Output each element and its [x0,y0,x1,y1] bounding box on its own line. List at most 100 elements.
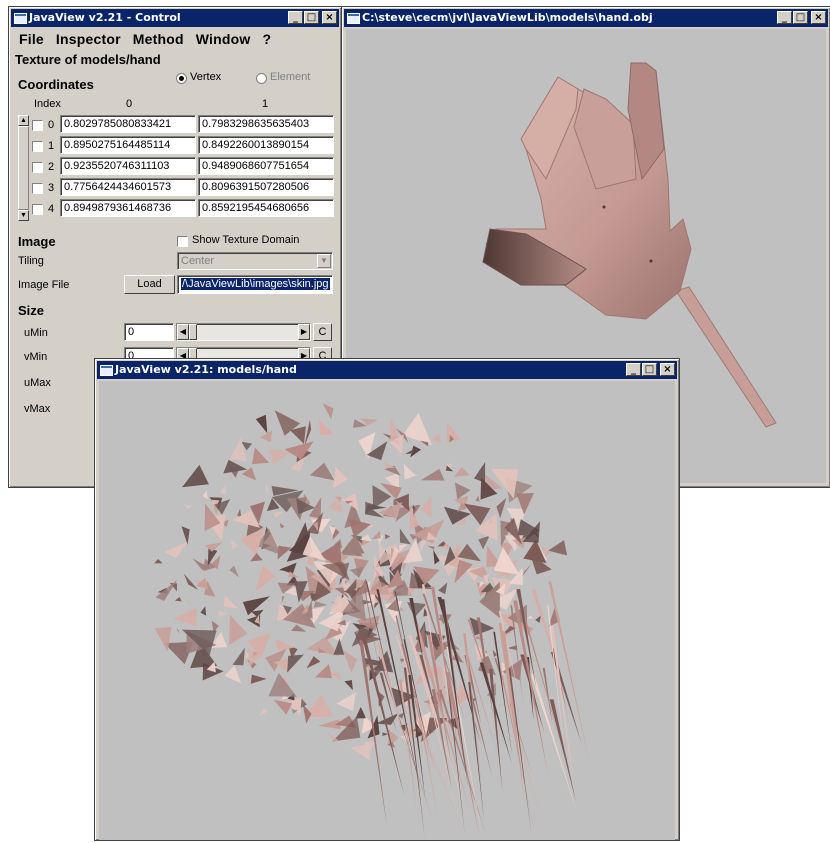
mesh-shard [382,461,395,468]
row-index: 0 [48,119,55,131]
vmax-label: vMax [24,403,51,415]
close-icon[interactable]: × [660,363,675,376]
slider-left-icon[interactable]: ◀ [177,324,189,340]
minimize-icon[interactable]: _ [288,11,303,24]
mesh-shard [223,595,239,609]
show-texture-domain-checkbox[interactable] [177,236,188,247]
scroll-down-icon[interactable]: ▼ [18,210,29,221]
row-checkbox[interactable] [32,120,43,131]
menu-window[interactable]: Window [190,29,257,49]
umin-reset-button[interactable]: C [313,323,332,341]
menu-inspector[interactable]: Inspector [50,29,127,49]
close-icon[interactable]: × [811,11,826,24]
minimize-icon[interactable]: _ [626,363,641,376]
coordinate-u-field[interactable]: 0.9235520746311103 [60,157,196,175]
mesh-shard [287,654,304,673]
mesh-shard [251,609,264,618]
menu-method[interactable]: Method [127,29,190,49]
mesh-shard [259,430,273,442]
column-0-header: 0 [126,98,133,110]
radio-element-label: Element [270,71,311,83]
scroll-up-icon[interactable]: ▲ [18,115,29,126]
mesh-shard [355,706,366,719]
mesh-shard [407,602,427,618]
dropdown-arrow-icon: ▼ [317,254,331,268]
image-section-label: Image [18,234,56,249]
coordinate-v-field[interactable]: 0.8492260013890154 [198,136,334,154]
mesh-shard [219,485,226,495]
slider-thumb[interactable] [189,324,197,340]
mesh-shard [284,441,314,460]
mesh-shard [281,596,285,604]
mesh-shard [527,615,534,619]
maximize-icon[interactable]: □ [793,11,808,24]
row-checkbox[interactable] [32,183,43,194]
umin-field[interactable]: 0 [124,323,174,341]
minimize-icon[interactable]: _ [777,11,792,24]
mesh-shard [474,462,486,483]
mesh-shard [302,704,312,724]
model-title: JavaView v2.21: models/hand [115,363,297,376]
umin-slider[interactable]: ◀ ▶ [176,323,311,341]
control-title: JavaView v2.21 - Control [29,11,181,24]
mesh-shard [232,647,245,666]
radio-vertex-label: Vertex [190,71,222,83]
umin-label: uMin [24,327,48,339]
menu-help[interactable]: ? [256,29,277,49]
coordinates-scrollbar[interactable]: ▲ ▼ [18,115,29,221]
mesh-shard [259,708,269,716]
mesh-shard [332,466,348,489]
mesh-shard [154,559,163,564]
row-checkbox[interactable] [32,162,43,173]
mesh-shard [548,540,568,556]
java-app-icon [14,13,27,24]
scroll-thumb[interactable] [18,126,29,210]
slider-right-icon[interactable]: ▶ [298,324,310,340]
mesh-sliver [501,679,546,836]
coordinate-v-field[interactable]: 0.8592195454680656 [198,199,334,217]
mesh-shard [224,665,242,684]
vmin-label: vMin [24,351,48,363]
mesh-shard [268,449,291,465]
mesh-shard [176,628,180,634]
maximize-icon[interactable]: □ [304,11,319,24]
coordinate-v-field[interactable]: 0.9489068607751654 [198,157,334,175]
image-file-field[interactable]: /\JavaViewLib\images\skin.jpg [177,275,333,294]
mesh-shard [326,731,340,742]
coordinate-u-field[interactable]: 0.8029785080833421 [60,115,196,133]
radio-element[interactable] [256,73,267,84]
control-titlebar[interactable]: JavaView v2.21 - Control _ □ × [11,9,339,27]
image-file-value: /\JavaViewLib\images\skin.jpg [181,278,330,290]
row-index: 4 [48,203,55,215]
coordinate-u-field[interactable]: 0.8949879361468736 [60,199,196,217]
close-icon[interactable]: × [322,11,337,24]
obj-titlebar[interactable]: C:\steve\cecm\jvl\JavaViewLib\models\han… [344,9,828,27]
coordinate-u-field[interactable]: 0.8950275164485114 [60,136,196,154]
mesh-shard [306,656,321,669]
mesh-sliver [530,673,577,812]
mesh-shard [268,673,297,697]
mesh-shard [287,571,300,578]
coordinate-v-field[interactable]: 0.8096391507280506 [198,178,334,196]
row-checkbox[interactable] [32,141,43,152]
exploded-hand-model [154,403,590,836]
tiling-value: Center [181,255,215,267]
row-checkbox[interactable] [32,204,43,215]
umax-label: uMax [24,377,51,389]
shattered-model-viewport[interactable] [99,381,675,840]
maximize-icon[interactable]: □ [642,363,657,376]
row-index: 2 [48,161,55,173]
tiling-select[interactable]: Center ▼ [177,252,333,270]
mesh-shard [250,553,263,562]
menu-file[interactable]: File [13,29,50,49]
coordinate-v-field[interactable]: 0.7983298635635403 [198,115,334,133]
model-titlebar[interactable]: JavaView v2.21: models/hand _ □ × [97,361,677,379]
load-button[interactable]: Load [124,275,175,294]
show-texture-domain-label: Show Texture Domain [192,234,300,246]
coordinate-u-field[interactable]: 0.7756424434601573 [60,178,196,196]
mesh-shard [342,649,358,673]
mesh-shard [313,601,328,608]
mesh-shard [182,464,209,488]
radio-vertex[interactable] [176,73,187,84]
mesh-shard [432,434,442,444]
